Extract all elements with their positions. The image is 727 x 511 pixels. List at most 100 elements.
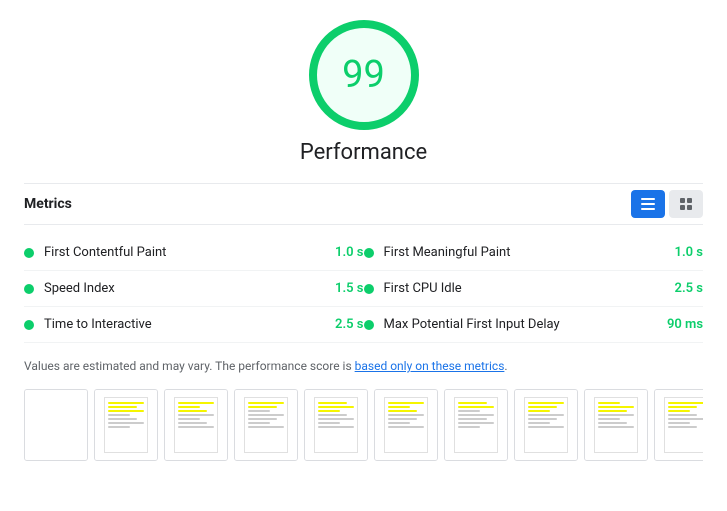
filmstrip-page-5: [384, 397, 428, 453]
page-line: [388, 406, 410, 408]
page-line: [178, 402, 214, 404]
page-line: [178, 418, 200, 420]
filmstrip-frame-inner-5: [375, 390, 437, 460]
page-line: [108, 422, 144, 424]
page-line: [108, 402, 144, 404]
page-line: [388, 410, 417, 412]
filmstrip-page-7: [524, 397, 568, 453]
filmstrip-page-3: [244, 397, 288, 453]
page-line: [178, 410, 207, 412]
page-line: [668, 418, 703, 420]
page-line: [528, 422, 550, 424]
filmstrip-frame-6: [444, 389, 508, 461]
page-line: [528, 426, 564, 428]
metric-dot-fmp: [364, 248, 374, 258]
filmstrip-frame-inner-7: [515, 390, 577, 460]
score-section: 99 Performance: [24, 20, 703, 165]
metric-value-tti: 2.5 s: [324, 317, 364, 332]
page-line: [668, 402, 703, 404]
metric-value-si: 1.5 s: [324, 281, 364, 296]
filmstrip-page-lines-5: [385, 398, 427, 434]
page-line: [598, 402, 620, 404]
metrics-header: Metrics: [24, 183, 703, 225]
metric-row-fmp: First Meaningful Paint 1.0 s: [364, 235, 704, 271]
filmstrip-frame-inner-3: [235, 390, 297, 460]
filmstrip-frame-3: [234, 389, 298, 461]
metric-value-fmp: 1.0 s: [663, 245, 703, 260]
metric-name-fid: Max Potential First Input Delay: [384, 317, 656, 332]
disclaimer: Values are estimated and may vary. The p…: [24, 357, 703, 375]
filmstrip-page-lines-2: [175, 398, 217, 434]
page-line: [108, 418, 137, 420]
page-line: [178, 406, 200, 408]
page-line: [668, 410, 690, 412]
page-line: [668, 422, 690, 424]
page-line: [458, 406, 494, 408]
page-line: [248, 410, 270, 412]
disclaimer-text-before: Values are estimated and may vary. The p…: [24, 359, 355, 373]
metric-name-fci: First CPU Idle: [384, 281, 656, 296]
toggle-grid-button[interactable]: [669, 190, 703, 218]
filmstrip-frame-inner-8: [585, 390, 647, 460]
metric-dot-fci: [364, 284, 374, 294]
metric-name-tti: Time to Interactive: [44, 317, 316, 332]
page-line: [598, 418, 620, 420]
filmstrip-frame-5: [374, 389, 438, 461]
metric-dot-fid: [364, 320, 374, 330]
page-line: [598, 414, 634, 416]
page-line: [458, 402, 487, 404]
filmstrip-page-2: [174, 397, 218, 453]
list-icon: [641, 198, 655, 210]
page-line: [318, 410, 340, 412]
page-line: [528, 406, 557, 408]
page-line: [388, 422, 410, 424]
page-line: [318, 418, 354, 420]
filmstrip-frame-inner-4: [305, 390, 367, 460]
page-line: [668, 406, 697, 408]
page-line: [528, 402, 564, 404]
page-line: [528, 414, 564, 416]
page-line: [318, 422, 340, 424]
metric-value-fid: 90 ms: [663, 317, 703, 332]
filmstrip-frame-4: [304, 389, 368, 461]
page-line: [388, 426, 424, 428]
page-line: [318, 406, 354, 408]
filmstrip-frame-inner-1: [95, 390, 157, 460]
grid-icon: [680, 198, 692, 210]
page-line: [388, 414, 424, 416]
metric-dot-fcp: [24, 248, 34, 258]
filmstrip-page-lines-9: [665, 398, 703, 434]
metric-row-fci: First CPU Idle 2.5 s: [364, 271, 704, 307]
filmstrip-page-lines-3: [245, 398, 287, 434]
filmstrip-frame-2: [164, 389, 228, 461]
page-line: [178, 414, 214, 416]
page-line: [598, 410, 627, 412]
page-line: [318, 414, 347, 416]
filmstrip-page-lines-7: [525, 398, 567, 434]
page-line: [598, 406, 634, 408]
filmstrip-frame-inner-0: [25, 390, 87, 460]
filmstrip-frame-inner-6: [445, 390, 507, 460]
metric-value-fci: 2.5 s: [663, 281, 703, 296]
page-line: [248, 406, 277, 408]
page-line: [108, 414, 130, 416]
metric-row-fid: Max Potential First Input Delay 90 ms: [364, 307, 704, 343]
filmstrip-page-8: [594, 397, 638, 453]
metric-name-si: Speed Index: [44, 281, 316, 296]
page-line: [108, 426, 130, 428]
disclaimer-link[interactable]: based only on these metrics: [355, 359, 505, 373]
page-line: [458, 426, 480, 428]
page-line: [318, 402, 347, 404]
metric-row-fcp: First Contentful Paint 1.0 s: [24, 235, 364, 271]
filmstrip-frame-1: [94, 389, 158, 461]
page-line: [598, 422, 627, 424]
page-line: [668, 414, 697, 416]
metric-name-fcp: First Contentful Paint: [44, 245, 316, 260]
filmstrip-page-4: [314, 397, 358, 453]
metrics-grid: First Contentful Paint 1.0 s First Meani…: [24, 235, 703, 343]
page-line: [248, 414, 284, 416]
toggle-list-button[interactable]: [631, 190, 665, 218]
metric-dot-si: [24, 284, 34, 294]
metric-dot-tti: [24, 320, 34, 330]
metric-value-fcp: 1.0 s: [324, 245, 364, 260]
